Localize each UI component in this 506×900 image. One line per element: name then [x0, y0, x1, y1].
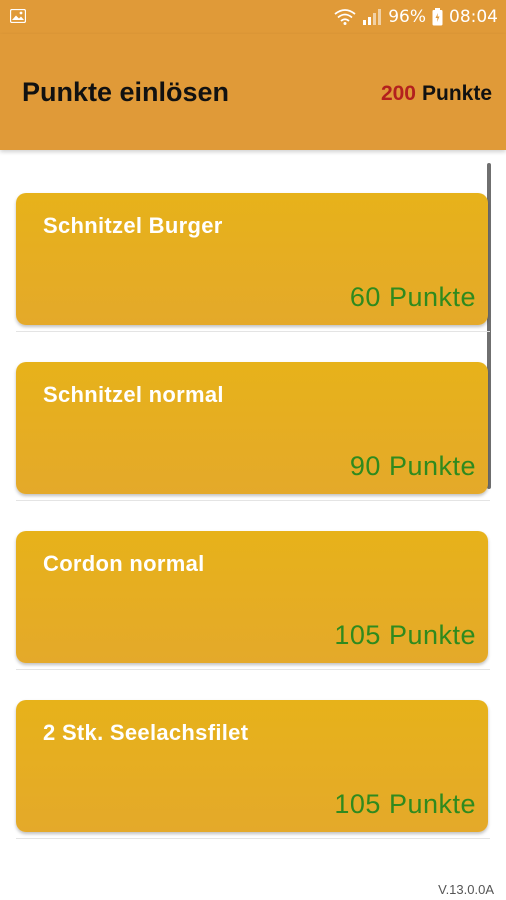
reward-name: Cordon normal — [43, 551, 205, 576]
app-bar: Punkte einlösen 200 Punkte — [0, 34, 506, 150]
divider — [16, 669, 490, 670]
points-balance-unit: Punkte — [421, 82, 492, 105]
reward-name: Schnitzel normal — [43, 382, 224, 407]
reward-list[interactable]: Schnitzel Burger 60 Punkte Schnitzel nor… — [0, 150, 506, 870]
reward-name: Schnitzel Burger — [43, 213, 223, 238]
divider — [16, 500, 490, 501]
reward-points: 105 Punkte — [334, 620, 476, 650]
divider — [16, 331, 490, 332]
points-balance-value: 200 — [380, 82, 416, 105]
reward-name: 2 Stk. Seelachsfilet — [43, 720, 249, 745]
reward-card[interactable]: Schnitzel normal 90 Punkte — [16, 362, 488, 494]
reward-card[interactable]: 2 Stk. Seelachsfilet 105 Punkte — [16, 700, 488, 832]
page-title: Punkte einlösen — [22, 77, 230, 107]
clock-time: 08:04 — [449, 7, 498, 27]
reward-points: 60 Punkte — [349, 282, 476, 312]
battery-icon — [432, 8, 443, 26]
wifi-icon — [334, 9, 356, 25]
divider — [16, 838, 490, 839]
reward-points: 105 Punkte — [334, 789, 476, 819]
reward-points: 90 Punkte — [349, 451, 476, 481]
version-label: V.13.0.0A — [438, 882, 494, 897]
battery-percent: 96% — [388, 7, 426, 27]
image-icon — [9, 8, 27, 24]
points-balance: 200 Punkte — [381, 82, 492, 106]
signal-icon — [362, 9, 382, 25]
status-bar: 96% 08:04 — [0, 0, 506, 34]
reward-card[interactable]: Schnitzel Burger 60 Punkte — [16, 193, 488, 325]
reward-card[interactable]: Cordon normal 105 Punkte — [16, 531, 488, 663]
